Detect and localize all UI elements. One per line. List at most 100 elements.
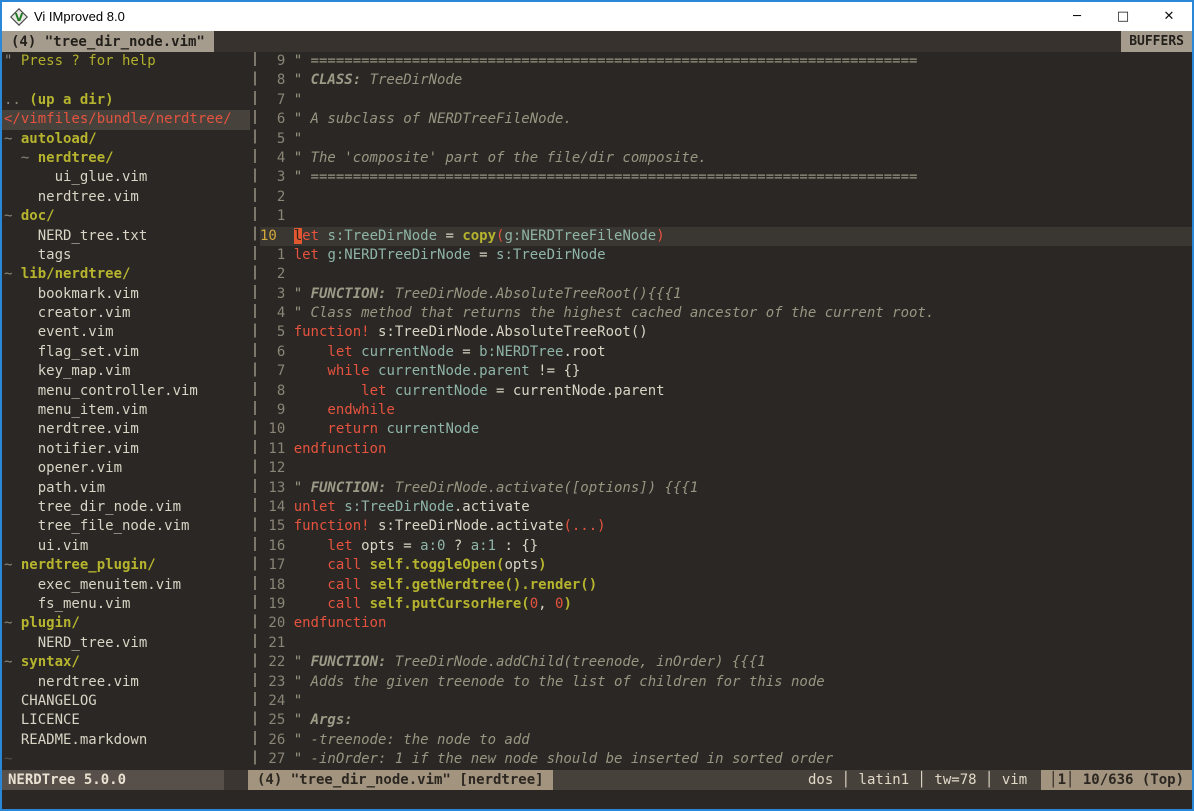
code-token: ~ <box>4 751 12 767</box>
code-token: ~ <box>4 266 21 282</box>
line-number: 27 <box>260 750 285 769</box>
code-line[interactable]: 13" FUNCTION: TreeDirNode.activate([opti… <box>260 479 1192 498</box>
code-token: </vimfiles/bundle/nerdtree/ <box>4 111 232 127</box>
tab-tree-dir-node[interactable]: (4) "tree_dir_node.vim" <box>2 31 214 52</box>
code-line[interactable]: 2 <box>260 265 1192 284</box>
code-line[interactable]: 21 <box>260 634 1192 653</box>
tree-item[interactable]: ui_glue.vim <box>4 168 250 187</box>
tree-item[interactable]: event.vim <box>4 323 250 342</box>
code-token: " The 'composite' part of the file/dir c… <box>294 150 707 166</box>
line-number: 8 <box>260 382 285 401</box>
code-line[interactable]: 5function! s:TreeDirNode.AbsoluteTreeRoo… <box>260 323 1192 342</box>
code-token: TreeDirNode.activate([options]) {{{1 <box>386 480 698 496</box>
tree-item[interactable]: creator.vim <box>4 304 250 323</box>
code-line[interactable]: 18 call self.getNerdtree().render() <box>260 576 1192 595</box>
code-line[interactable]: 14unlet s:TreeDirNode.activate <box>260 498 1192 517</box>
title-bar[interactable]: V Vi IMproved 8.0 ─ □ ✕ <box>2 2 1192 31</box>
code-line[interactable]: 4" Class method that returns the highest… <box>260 304 1192 323</box>
code-line[interactable]: 20endfunction <box>260 614 1192 633</box>
tree-item[interactable]: exec_menuitem.vim <box>4 576 250 595</box>
tree-item[interactable]: tree_file_node.vim <box>4 517 250 536</box>
code-line[interactable]: 6" A subclass of NERDTreeFileNode. <box>260 110 1192 129</box>
code-token: tree_dir_node.vim <box>4 499 181 515</box>
code-line[interactable]: 15function! s:TreeDirNode.activate(...) <box>260 517 1192 536</box>
tree-item[interactable]: nerdtree.vim <box>4 188 250 207</box>
code-token: LICENCE <box>4 712 80 728</box>
code-token: currentNode <box>361 344 454 360</box>
tree-item[interactable]: README.markdown <box>4 731 250 750</box>
tree-item[interactable]: tags <box>4 246 250 265</box>
tree-item[interactable]: ~ nerdtree/ <box>4 149 250 168</box>
tree-item[interactable]: ~ syntax/ <box>4 653 250 672</box>
code-token: currentNode <box>395 383 488 399</box>
window-controls: ─ □ ✕ <box>1054 2 1192 31</box>
code-line[interactable]: 9 endwhile <box>260 401 1192 420</box>
minimize-button[interactable]: ─ <box>1054 2 1100 31</box>
code-token: TreeDirNode <box>361 72 462 88</box>
code-line[interactable]: 22" FUNCTION: TreeDirNode.addChild(treen… <box>260 653 1192 672</box>
code-line[interactable]: 7 while currentNode.parent != {} <box>260 362 1192 381</box>
code-line[interactable]: 8 let currentNode = currentNode.parent <box>260 382 1192 401</box>
tree-item[interactable]: bookmark.vim <box>4 285 250 304</box>
tree-item[interactable]: ~ <box>4 750 250 769</box>
code-line[interactable]: 11endfunction <box>260 440 1192 459</box>
code-line[interactable]: 4" The 'composite' part of the file/dir … <box>260 149 1192 168</box>
tree-item[interactable]: opener.vim <box>4 459 250 478</box>
tree-item[interactable]: LICENCE <box>4 711 250 730</box>
code-line[interactable]: 1let g:NERDTreeDirNode = s:TreeDirNode <box>260 246 1192 265</box>
code-line[interactable]: 6 let currentNode = b:NERDTree.root <box>260 343 1192 362</box>
tree-item[interactable]: nerdtree.vim <box>4 420 250 439</box>
tree-item[interactable]: ~ lib/nerdtree/ <box>4 265 250 284</box>
code-line[interactable]: 25" Args: <box>260 711 1192 730</box>
code-line[interactable]: 1 <box>260 207 1192 226</box>
code-token: = <box>437 228 462 244</box>
code-line[interactable]: 12 <box>260 459 1192 478</box>
code-line[interactable]: 26" -treenode: the node to add <box>260 731 1192 750</box>
tree-item[interactable]: " Press ? for help <box>4 52 250 71</box>
code-line[interactable]: 9" =====================================… <box>260 52 1192 71</box>
tree-item[interactable]: ~ nerdtree_plugin/ <box>4 556 250 575</box>
code-line[interactable]: 2 <box>260 188 1192 207</box>
maximize-button[interactable]: □ <box>1100 2 1146 31</box>
code-line[interactable]: 3" FUNCTION: TreeDirNode.AbsoluteTreeRoo… <box>260 285 1192 304</box>
tree-item[interactable]: fs_menu.vim <box>4 595 250 614</box>
code-line[interactable]: 8" CLASS: TreeDirNode <box>260 71 1192 90</box>
code-line[interactable]: 3" =====================================… <box>260 168 1192 187</box>
line-number: 6 <box>260 343 285 362</box>
window-separator[interactable] <box>250 52 260 770</box>
tree-item[interactable]: CHANGELOG <box>4 692 250 711</box>
tree-item[interactable]: .. (up a dir) <box>4 91 250 110</box>
code-line[interactable]: 24" <box>260 692 1192 711</box>
editor-buffer[interactable]: 9" =====================================… <box>260 52 1192 770</box>
command-line[interactable] <box>2 790 1192 809</box>
tree-item[interactable]: tree_dir_node.vim <box>4 498 250 517</box>
status-file-info: (4) "tree_dir_node.vim" [nerdtree] <box>248 770 553 790</box>
code-line[interactable]: 17 call self.toggleOpen(opts) <box>260 556 1192 575</box>
tree-item[interactable]: NERD_tree.txt <box>4 227 250 246</box>
tree-item[interactable]: menu_controller.vim <box>4 382 250 401</box>
tree-item[interactable]: menu_item.vim <box>4 401 250 420</box>
code-line[interactable]: 27" -inOrder: 1 if the new node should b… <box>260 750 1192 769</box>
tree-item[interactable]: ~ doc/ <box>4 207 250 226</box>
tree-item[interactable]: key_map.vim <box>4 362 250 381</box>
code-token <box>294 557 328 573</box>
code-line[interactable]: 16 let opts = a:0 ? a:1 : {} <box>260 537 1192 556</box>
code-line[interactable]: 7" <box>260 91 1192 110</box>
code-line[interactable]: 23" Adds the given treenode to the list … <box>260 673 1192 692</box>
close-button[interactable]: ✕ <box>1146 2 1192 31</box>
tree-item[interactable]: notifier.vim <box>4 440 250 459</box>
tree-item[interactable] <box>4 71 250 90</box>
tree-item[interactable]: nerdtree.vim <box>4 673 250 692</box>
tree-item[interactable]: ~ autoload/ <box>4 130 250 149</box>
code-token: opts <box>504 557 538 573</box>
code-line-cursor[interactable]: 10let s:TreeDirNode = copy(g:NERDTreeFil… <box>260 227 1192 246</box>
tree-item[interactable]: ~ plugin/ <box>4 614 250 633</box>
tree-item[interactable]: ui.vim <box>4 537 250 556</box>
code-line[interactable]: 10 return currentNode <box>260 420 1192 439</box>
tree-item[interactable]: path.vim <box>4 479 250 498</box>
tree-root-item[interactable]: </vimfiles/bundle/nerdtree/ <box>2 110 250 129</box>
tree-item[interactable]: flag_set.vim <box>4 343 250 362</box>
tree-item[interactable]: NERD_tree.vim <box>4 634 250 653</box>
code-line[interactable]: 19 call self.putCursorHere(0, 0) <box>260 595 1192 614</box>
code-line[interactable]: 5" <box>260 130 1192 149</box>
